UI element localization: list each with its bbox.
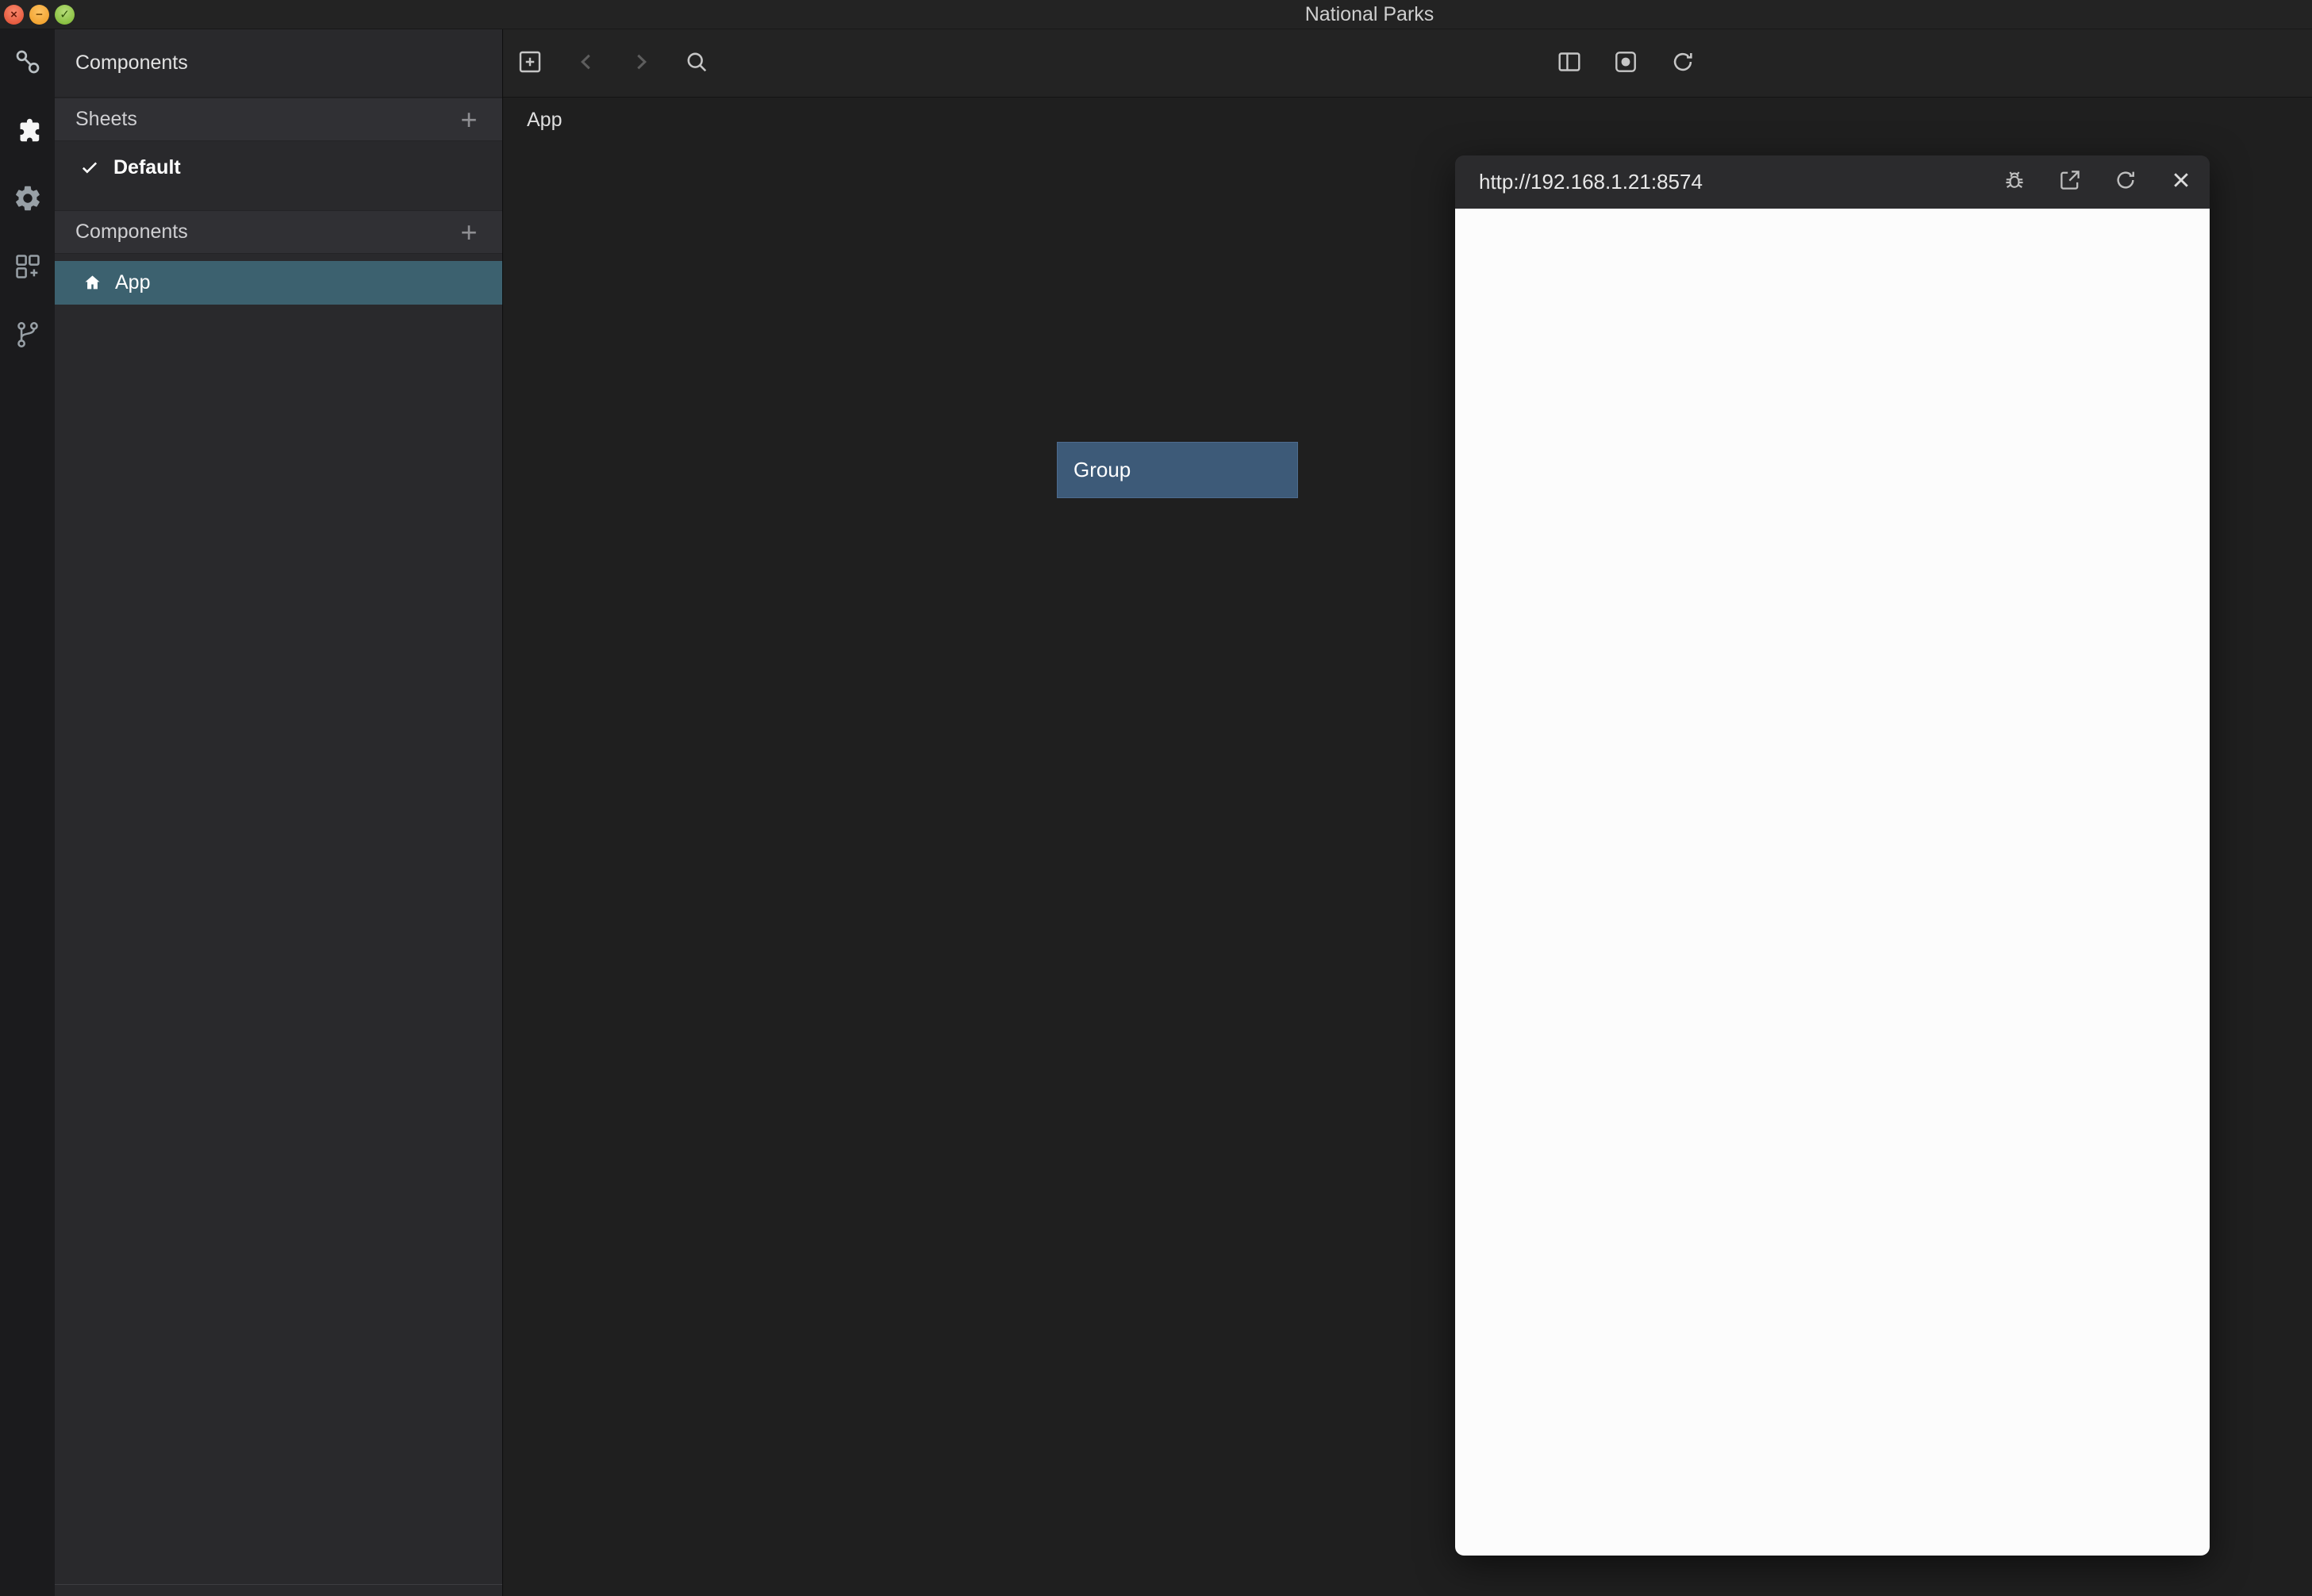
panel-title: Components	[55, 29, 502, 98]
component-item-app[interactable]: App	[55, 261, 502, 305]
split-panel-icon	[1555, 48, 1584, 80]
stop-record-icon	[1611, 48, 1640, 80]
add-component-button[interactable]: +	[451, 215, 486, 250]
components-panel: Components Sheets + Default Components +	[55, 29, 503, 1596]
navigate-back-button[interactable]	[570, 48, 602, 79]
activity-item-version-control[interactable]	[0, 302, 55, 370]
sheet-item-label: Default	[113, 156, 181, 179]
plus-icon: +	[460, 218, 477, 247]
check-icon	[79, 156, 101, 178]
chevron-right-icon	[627, 48, 655, 80]
panel-resize-handle[interactable]	[55, 1584, 502, 1585]
branch-icon	[13, 320, 43, 354]
puzzle-icon	[13, 115, 43, 149]
breadcrumb[interactable]: App	[527, 109, 562, 132]
activity-item-nodes[interactable]	[0, 29, 55, 98]
nodes-icon	[13, 47, 43, 81]
section-spacer	[55, 254, 502, 261]
close-button[interactable]: ×	[4, 5, 24, 25]
stop-button[interactable]	[1610, 48, 1642, 79]
search-button[interactable]	[681, 48, 712, 79]
minimize-button[interactable]: −	[29, 5, 49, 25]
refresh-preview-button[interactable]	[2108, 165, 2143, 200]
debug-button[interactable]	[1997, 165, 2032, 200]
node-canvas[interactable]: App Group http://192.168.1.21:8574	[503, 29, 2312, 1596]
close-icon: ×	[10, 9, 17, 21]
titlebar[interactable]: × − ✓ National Parks	[0, 0, 2312, 29]
component-item-label: App	[115, 271, 150, 294]
refresh-icon	[2112, 167, 2139, 198]
preview-actions	[1997, 165, 2199, 200]
components-section-label: Components	[75, 221, 451, 244]
add-frame-icon	[516, 48, 544, 80]
minimize-icon: −	[36, 9, 43, 21]
chevron-left-icon	[572, 48, 601, 80]
modules-icon	[13, 251, 43, 286]
close-icon	[2168, 167, 2195, 198]
plus-icon: +	[460, 106, 477, 134]
group-node[interactable]: Group	[1057, 442, 1298, 498]
open-external-icon	[2057, 167, 2083, 198]
preview-titlebar[interactable]: http://192.168.1.21:8574	[1455, 155, 2210, 209]
activity-item-modules[interactable]	[0, 234, 55, 302]
activity-item-settings[interactable]	[0, 166, 55, 234]
sheets-section-header: Sheets +	[55, 98, 502, 141]
navigate-forward-button[interactable]	[625, 48, 657, 79]
add-frame-button[interactable]	[514, 48, 546, 79]
home-icon	[82, 272, 103, 293]
close-preview-button[interactable]	[2164, 165, 2199, 200]
canvas-toolbar	[503, 29, 2312, 98]
window-title: National Parks	[1305, 0, 1434, 29]
gear-icon	[13, 183, 43, 217]
sheets-section-label: Sheets	[75, 108, 451, 131]
restart-button[interactable]	[1667, 48, 1699, 79]
refresh-icon	[1669, 48, 1697, 80]
bug-icon	[2001, 167, 2028, 198]
section-spacer	[55, 194, 502, 210]
activity-bar	[0, 29, 55, 1596]
preview-viewport[interactable]	[1455, 209, 2210, 1556]
split-panel-button[interactable]	[1553, 48, 1585, 79]
maximize-button[interactable]: ✓	[55, 5, 75, 25]
open-external-button[interactable]	[2053, 165, 2087, 200]
sheet-item-default[interactable]: Default	[55, 141, 502, 194]
maximize-icon: ✓	[60, 9, 70, 21]
add-sheet-button[interactable]: +	[451, 102, 486, 137]
components-section-header: Components +	[55, 210, 502, 254]
app-window: × − ✓ National Parks	[0, 0, 2312, 1596]
preview-window: http://192.168.1.21:8574	[1455, 155, 2210, 1556]
preview-url[interactable]: http://192.168.1.21:8574	[1479, 170, 1997, 194]
activity-item-components[interactable]	[0, 98, 55, 166]
group-node-label: Group	[1073, 458, 1131, 482]
search-icon	[682, 48, 711, 80]
